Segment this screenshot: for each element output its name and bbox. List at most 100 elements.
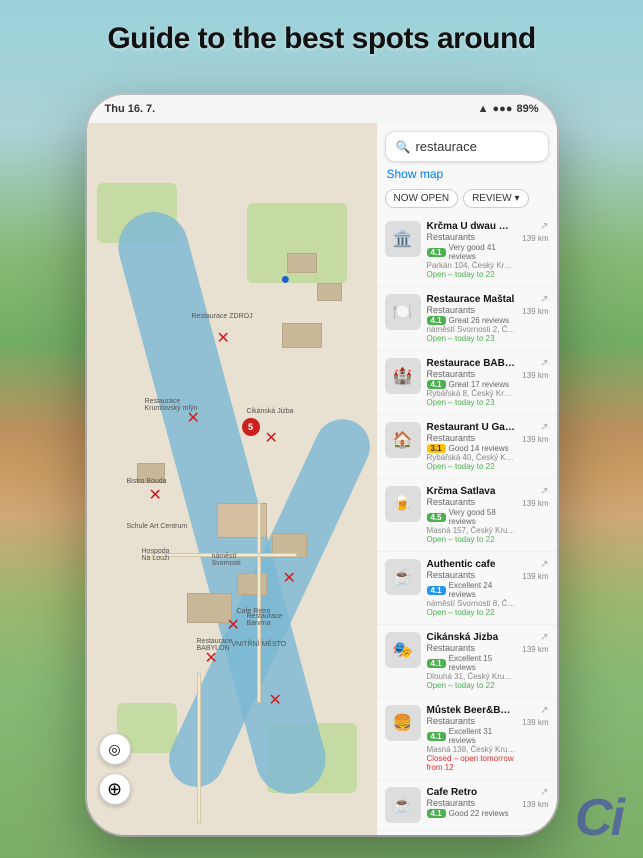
result-thumbnail: 🏛️ [385, 221, 421, 257]
result-item[interactable]: 🏰 Restaurace BABYLON Restaurants 4.1 Gre… [377, 351, 557, 415]
rating-label: Very good 41 reviews [449, 243, 517, 261]
result-name: Restaurant U Galerie [427, 422, 517, 433]
map-location-pin[interactable]: ● [281, 271, 291, 289]
navigate-icon: ↗ [540, 486, 548, 497]
right-panel: 🔍 ⊗ ✕ Show map NOW OPEN REVIEW ▾ 🏛️ Krčm… [377, 123, 557, 835]
result-distance: ↗ 139 km [522, 422, 548, 444]
result-name: Restaurace Maštal [427, 294, 517, 305]
result-distance: ↗ 139 km [522, 632, 548, 654]
result-distance: ↗ 139 km [522, 221, 548, 243]
rating-badge: 4.1 [427, 316, 446, 325]
result-category: Restaurants [427, 570, 517, 580]
result-item[interactable]: 🏛️ Krčma U dwau Maryí Restaurants 4.1 Ve… [377, 214, 557, 287]
map-pin-6[interactable]: ✕ [227, 615, 240, 635]
result-info: Krčma U dwau Maryí Restaurants 4.1 Very … [427, 221, 517, 279]
distance-value: 139 km [522, 572, 548, 581]
road-1 [257, 503, 261, 703]
map-pin-8[interactable]: ✕ [269, 690, 282, 710]
map-label-cikanska: Cikánská Jizba [247, 408, 294, 415]
result-name: Cafe Retro [427, 787, 517, 798]
result-item[interactable]: ☕ Authentic cafe Restaurants 4.1 Excelle… [377, 552, 557, 625]
result-info: Cafe Retro Restaurants 4.1 Good 22 revie… [427, 787, 517, 818]
distance-value: 139 km [522, 800, 548, 809]
building-6 [237, 573, 267, 595]
locate-button[interactable]: ◎ [99, 733, 131, 765]
result-item[interactable]: 🍽️ Restaurace Maštal Restaurants 4.1 Gre… [377, 287, 557, 351]
navigate-icon: ↗ [540, 422, 548, 433]
rating-label: Excellent 15 reviews [449, 654, 517, 672]
search-input[interactable] [415, 139, 556, 154]
distance-value: 139 km [522, 718, 548, 727]
result-rating: 4.1 Great 26 reviews [427, 316, 517, 325]
search-icon: 🔍 [396, 140, 411, 154]
result-open-status: Open – today to 22 [427, 270, 517, 279]
result-open-status: Open – today to 22 [427, 681, 517, 690]
map-pin-2[interactable]: ✕ [187, 408, 200, 428]
compass[interactable]: ⊕ [99, 773, 131, 805]
distance-value: 139 km [522, 307, 548, 316]
result-open-status: Open – today to 22 [427, 462, 517, 471]
result-emoji: 🍺 [385, 486, 421, 522]
results-list[interactable]: 🏛️ Krčma U dwau Maryí Restaurants 4.1 Ve… [377, 214, 557, 835]
result-name: Restaurace BABYLON [427, 358, 517, 369]
building-1 [287, 253, 317, 273]
result-item[interactable]: ☕ Cafe Retro Restaurants 4.1 Good 22 rev… [377, 780, 557, 831]
navigate-icon: ↗ [540, 632, 548, 643]
result-address: Masná 157, Český Krumlov – ... [427, 526, 517, 535]
filter-review-arrow: ▾ [515, 193, 520, 204]
road-3 [197, 673, 201, 823]
battery-indicator: 89% [516, 103, 538, 115]
result-rating: 3.1 Good 14 reviews [427, 444, 517, 453]
map-pin-count[interactable]: 5 [242, 418, 260, 436]
map-label-zdroj: Restaurace ZDROJ [192, 313, 253, 320]
map-label-hospoda: HospodaNa Louži [142, 548, 170, 562]
map-label-schule: Schule Art Centrum [127, 523, 188, 530]
result-rating: 4.1 Good 22 reviews [427, 809, 517, 818]
result-emoji: 🍽️ [385, 294, 421, 330]
wifi-icon: ▲ [478, 103, 489, 115]
map-pin-1[interactable]: ✕ [217, 328, 230, 348]
signal-icon: ●●● [493, 103, 513, 115]
result-address: Masná 138, Český Krumlov – ... [427, 745, 517, 754]
rating-label: Excellent 24 reviews [449, 581, 517, 599]
result-thumbnail: 🍺 [385, 486, 421, 522]
rating-badge: 4.1 [427, 380, 446, 389]
rating-label: Very good 58 reviews [449, 508, 517, 526]
building-2 [317, 283, 342, 301]
filter-review[interactable]: REVIEW ▾ [463, 189, 528, 208]
result-address: náměstí Svornosti 2, Český K... [427, 325, 517, 334]
map-pin-7[interactable]: ✕ [205, 648, 218, 668]
building-3 [282, 323, 322, 348]
building-7 [187, 593, 232, 623]
result-category: Restaurants [427, 643, 517, 653]
show-map-link[interactable]: Show map [377, 162, 557, 186]
navigate-icon: ↗ [540, 294, 548, 305]
filter-now-open[interactable]: NOW OPEN [385, 189, 459, 208]
rating-badge: 4.1 [427, 659, 446, 668]
result-item[interactable]: 🏠 Restaurant U Galerie Restaurants 3.1 G… [377, 415, 557, 479]
filter-row: NOW OPEN REVIEW ▾ [377, 186, 557, 214]
result-item[interactable]: 🍺 Krčma Šatlava Restaurants 4.5 Very goo… [377, 479, 557, 552]
result-distance: ↗ 139 km [522, 358, 548, 380]
map-pin-4[interactable]: ✕ [149, 485, 162, 505]
result-emoji: 🏠 [385, 422, 421, 458]
result-item[interactable]: 🎭 Cikánská Jizba Restaurants 4.1 Excelle… [377, 625, 557, 698]
map-pin-5[interactable]: ✕ [283, 568, 296, 588]
result-info: Restaurace BABYLON Restaurants 4.1 Great… [427, 358, 517, 407]
page-title-bar: Guide to the best spots around [0, 22, 643, 56]
navigate-icon: ↗ [540, 705, 548, 716]
search-bar[interactable]: 🔍 ⊗ ✕ [385, 131, 549, 162]
distance-value: 139 km [522, 435, 548, 444]
map-area[interactable]: VNITŘNÍ MĚSTO náměstíSvornosti HospodaNa… [87, 123, 377, 835]
result-item[interactable]: 🍔 Můstek Beer&Burger Restaurants 4.1 Exc… [377, 698, 557, 780]
status-right: ▲ ●●● 89% [478, 103, 539, 115]
result-info: Authentic cafe Restaurants 4.1 Excellent… [427, 559, 517, 617]
rating-label: Great 17 reviews [449, 380, 509, 389]
map-pin-3[interactable]: ✕ [265, 428, 278, 448]
rating-badge: 4.1 [427, 732, 446, 741]
map-label-bistro: Bistro Bouda [127, 478, 167, 485]
result-emoji: ☕ [385, 559, 421, 595]
result-open-status: Closed – open tomorrow from 12 [427, 754, 517, 772]
result-info: Krčma Šatlava Restaurants 4.5 Very good … [427, 486, 517, 544]
result-rating: 4.1 Very good 41 reviews [427, 243, 517, 261]
